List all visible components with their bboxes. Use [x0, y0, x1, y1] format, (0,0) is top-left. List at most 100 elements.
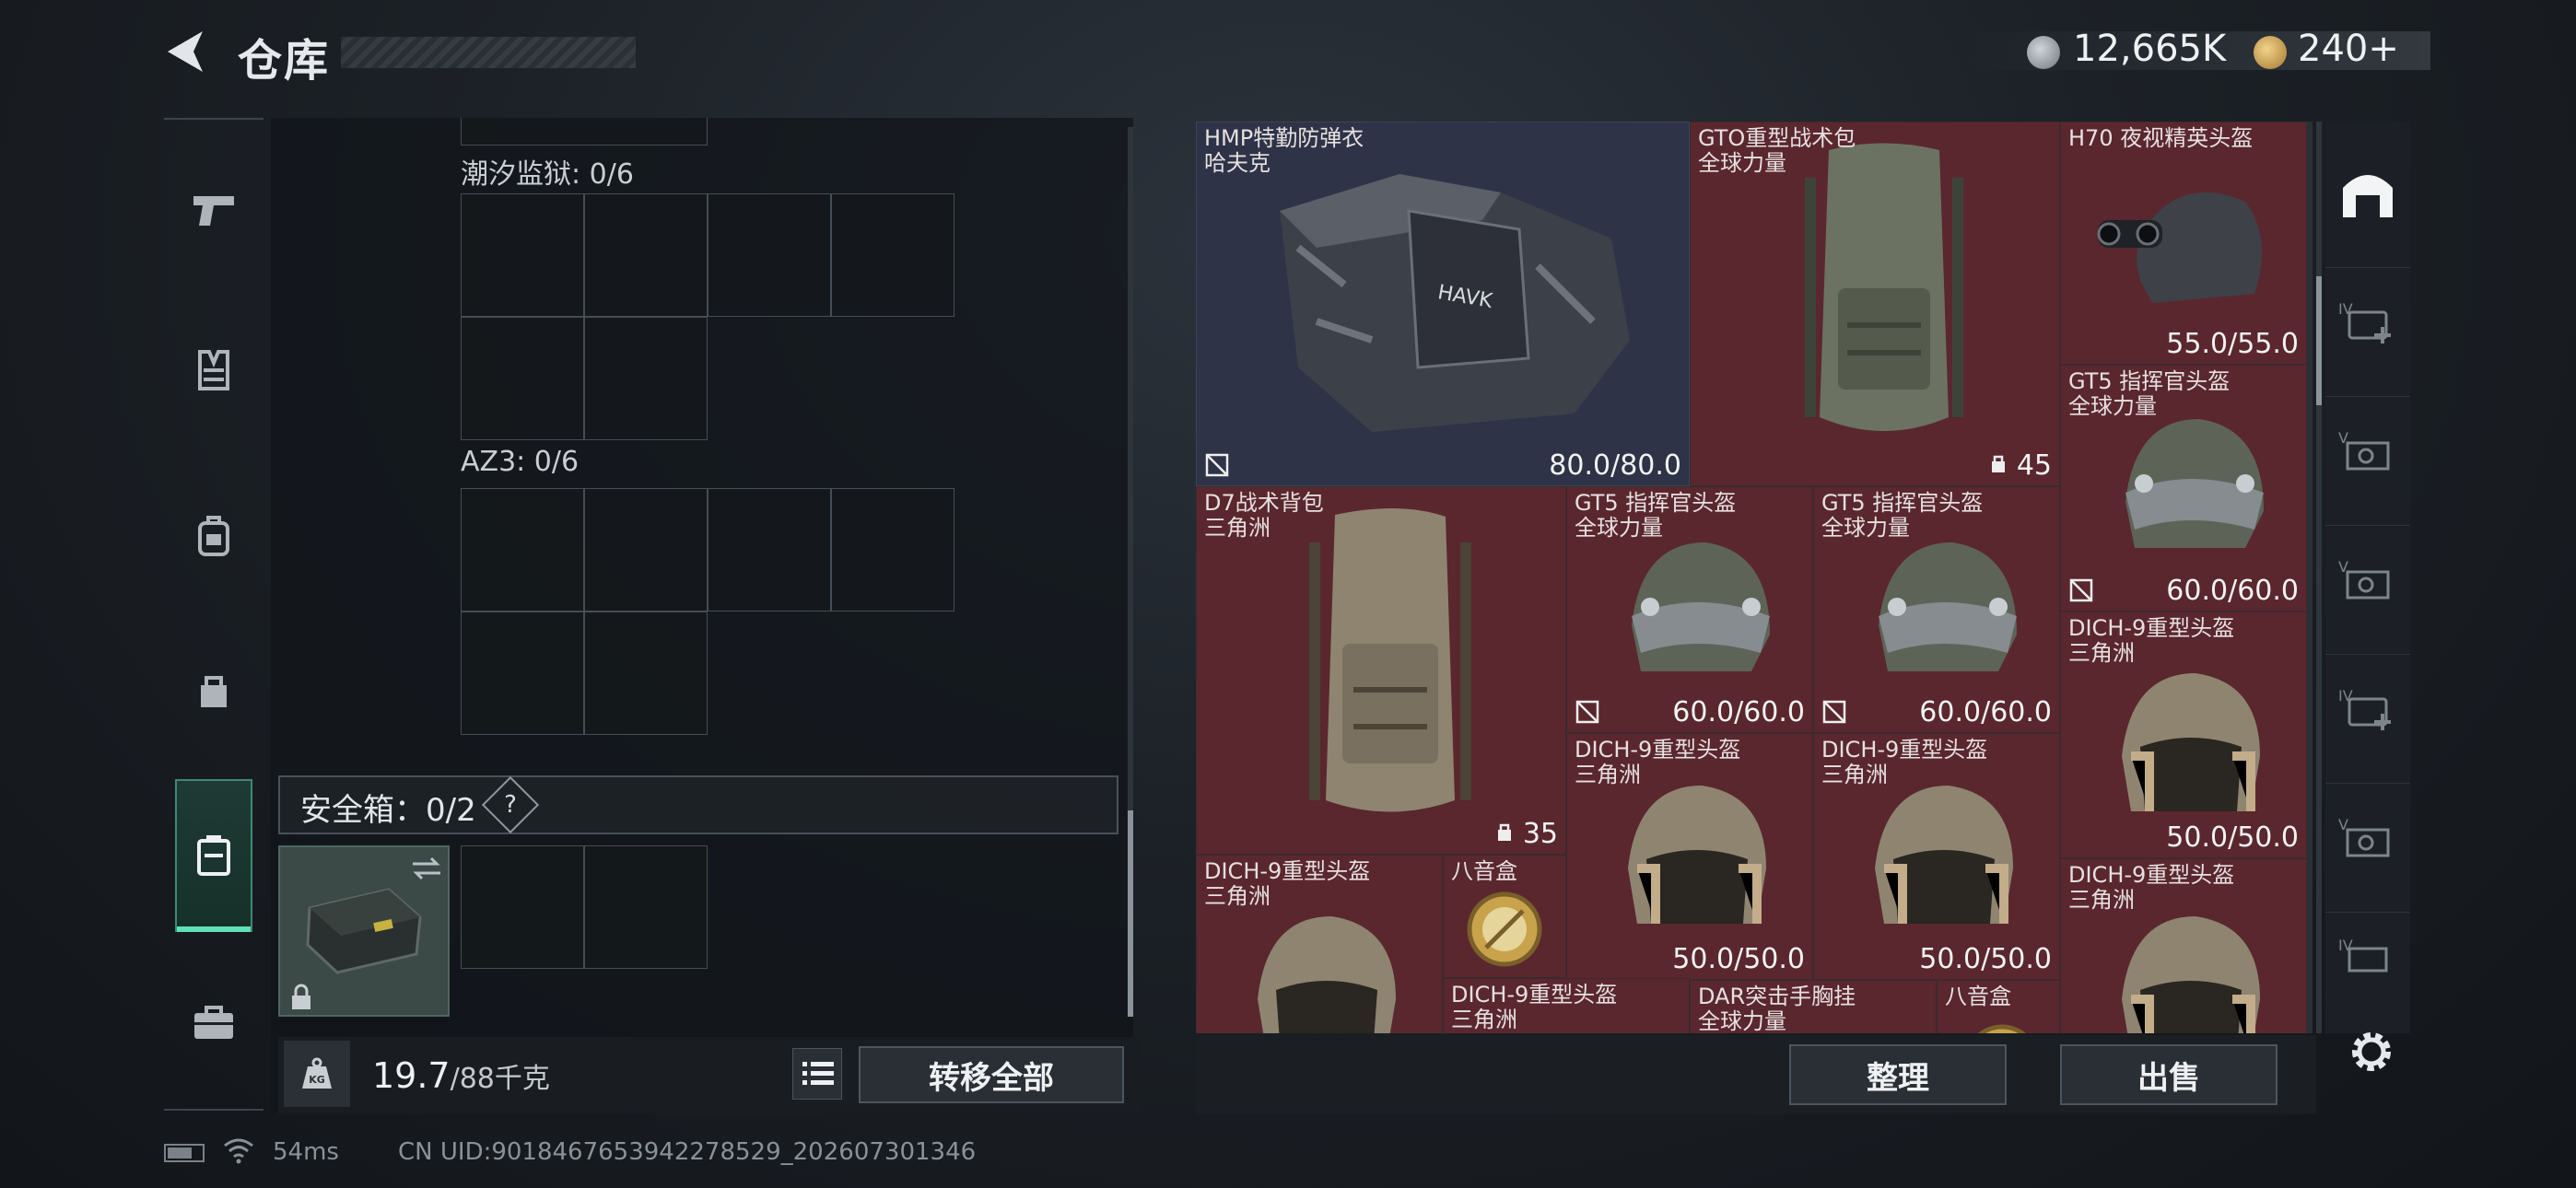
nav-vest[interactable]: [164, 320, 263, 420]
tab-medical-4[interactable]: IV: [2325, 267, 2410, 378]
item-dar-chest-rig[interactable]: DAR突击手胸挂 全球力量: [1690, 980, 1937, 1033]
grid-slot[interactable]: [584, 488, 708, 611]
sell-button[interactable]: 出售: [2060, 1044, 2277, 1105]
grid-slot[interactable]: [461, 317, 584, 440]
armor-plate-icon: IV: [2338, 937, 2388, 972]
item-durability: 60.0/60.0: [1919, 696, 2052, 728]
user-uid: CN UID:9018467653942278529_202607301346: [398, 1138, 977, 1166]
coin-icon: [2027, 36, 2060, 69]
item-name: GT5 指挥官头盔 全球力量: [2068, 368, 2231, 419]
left-nav: [164, 118, 263, 1111]
item-capacity: 35: [1495, 818, 1558, 850]
right-scrollbar[interactable]: [2316, 122, 2322, 1033]
tab-medical-4b[interactable]: IV: [2325, 654, 2410, 764]
ammo-box-icon: V: [2338, 429, 2390, 470]
item-gt5-helmet[interactable]: GT5 指挥官头盔 全球力量 60.0/60.0: [1566, 486, 1813, 733]
right-scrollbar-thumb[interactable]: [2316, 276, 2322, 405]
helmet-image: [2122, 916, 2260, 1033]
weight-max: /88千克: [450, 1063, 550, 1095]
item-h70-helmet[interactable]: H70 夜视精英头盔 55.0/55.0: [2060, 122, 2307, 365]
helmet-image: [2125, 419, 2264, 548]
item-durability: 50.0/50.0: [1919, 943, 2052, 975]
pistol-icon: [193, 196, 234, 226]
grid-slot[interactable]: [461, 193, 584, 317]
item-durability: 55.0/55.0: [2166, 328, 2299, 360]
item-name: DICH-9重型头盔 三角洲: [1451, 982, 1618, 1032]
page-title: 仓库: [238, 35, 331, 87]
ammo-box-icon: V: [2338, 558, 2390, 599]
item-dich9-helmet[interactable]: DICH-9重型头盔 三角洲 50.0/50.0: [2060, 611, 2307, 858]
svg-text:KG: KG: [309, 1074, 325, 1086]
currency-secondary[interactable]: 240+: [2298, 28, 2399, 70]
weight-readout: 19.7/88千克: [372, 1055, 550, 1096]
helmet-image: [1879, 542, 2017, 671]
lock-icon: [292, 984, 310, 1009]
backpack-icon: [198, 516, 229, 556]
tab-ammo-5[interactable]: V: [2325, 396, 2410, 507]
item-durability: 80.0/80.0: [1549, 449, 1681, 482]
item-dich9-helmet[interactable]: DICH-9重型头盔 三角洲: [1196, 855, 1443, 1033]
tab-armor-4[interactable]: IV: [2325, 912, 2410, 995]
item-gt5-helmet[interactable]: GT5 指挥官头盔 全球力量 60.0/60.0: [2060, 365, 2307, 611]
tab-all[interactable]: [2325, 138, 2410, 249]
nav-weapon[interactable]: [164, 160, 263, 260]
left-scrollbar-thumb[interactable]: [1128, 810, 1133, 1017]
transfer-all-button[interactable]: 转移全部: [859, 1046, 1124, 1103]
vest-icon: [198, 350, 229, 390]
grid-slot[interactable]: [708, 488, 831, 611]
item-durability: 60.0/60.0: [2166, 575, 2299, 607]
item-dich9-helmet[interactable]: DICH-9重型头盔 三角洲: [1443, 978, 1690, 1033]
help-icon: ?: [504, 791, 517, 819]
swap-icon[interactable]: [409, 855, 444, 882]
nav-backpack[interactable]: [164, 486, 263, 586]
safe-case-icon: [197, 835, 230, 876]
safe-box-item[interactable]: [278, 845, 450, 1017]
item-music-box[interactable]: 八音盒: [1443, 855, 1566, 978]
title-decoration: [341, 37, 636, 68]
grid-slot[interactable]: [461, 488, 584, 611]
nav-bag[interactable]: [164, 641, 263, 740]
tab-ammo-5b[interactable]: V: [2325, 525, 2410, 635]
item-dich9-helmet[interactable]: DICH-9重型头盔 三角洲: [2060, 858, 2307, 1033]
sort-button[interactable]: 整理: [1789, 1044, 2007, 1105]
nav-toolbox[interactable]: [164, 973, 263, 1072]
item-d7-backpack[interactable]: D7战术背包 三角洲 35: [1196, 486, 1566, 855]
helmet-image: [1632, 542, 1770, 671]
item-dich9-helmet[interactable]: DICH-9重型头盔 三角洲 50.0/50.0: [1566, 733, 1813, 980]
item-name: GT5 指挥官头盔 全球力量: [1821, 490, 1984, 541]
no-insurance-icon: [1575, 700, 1599, 724]
item-dich9-helmet[interactable]: DICH-9重型头盔 三角洲 50.0/50.0: [1813, 733, 2060, 980]
currency-primary[interactable]: 12,665K: [2073, 28, 2226, 70]
grid-slot[interactable]: [831, 193, 954, 317]
item-music-box[interactable]: 八音盒: [1937, 980, 2060, 1033]
grid-slot[interactable]: [708, 193, 831, 317]
grid-slot[interactable]: [584, 193, 708, 317]
item-hmp-vest[interactable]: HAVK HMP特勤防弹衣 哈夫克 80.0/80.0: [1196, 122, 1690, 486]
no-insurance-icon: [1822, 700, 1846, 724]
armor-vest-image: HAVK: [1280, 174, 1630, 432]
grid-slot[interactable]: [584, 845, 708, 969]
nav-safe-case[interactable]: [175, 779, 252, 932]
tab-ammo-5c[interactable]: V: [2325, 783, 2410, 893]
item-name: DICH-9重型头盔 三角洲: [2068, 862, 2235, 913]
item-name: 八音盒: [1945, 984, 2011, 1009]
back-arrow-icon[interactable]: [162, 28, 206, 76]
item-gt5-helmet[interactable]: GT5 指挥官头盔 全球力量 60.0/60.0: [1813, 486, 2060, 733]
item-name: HMP特勤防弹衣 哈夫克: [1204, 125, 1364, 176]
music-box-image: [1977, 1024, 2027, 1033]
weight-current: 19.7: [372, 1055, 451, 1096]
item-name: DAR突击手胸挂 全球力量: [1698, 984, 1856, 1034]
medkit-icon: IV: [2338, 300, 2391, 344]
grid-slot[interactable]: [584, 317, 708, 440]
item-name: DICH-9重型头盔 三角洲: [2068, 615, 2235, 666]
warehouse-icon: [2343, 175, 2393, 217]
list-view-button[interactable]: [792, 1048, 842, 1100]
ammo-box-icon: V: [2338, 816, 2390, 856]
settings-gear-icon[interactable]: [2346, 1026, 2397, 1077]
item-gto-backpack[interactable]: GTO重型战术包 全球力量 45: [1690, 122, 2060, 486]
grid-slot[interactable]: [831, 488, 954, 611]
grid-slot[interactable]: [584, 611, 708, 735]
grid-slot[interactable]: [461, 845, 584, 969]
toolbox-icon: [194, 1006, 233, 1039]
grid-slot[interactable]: [461, 611, 584, 735]
